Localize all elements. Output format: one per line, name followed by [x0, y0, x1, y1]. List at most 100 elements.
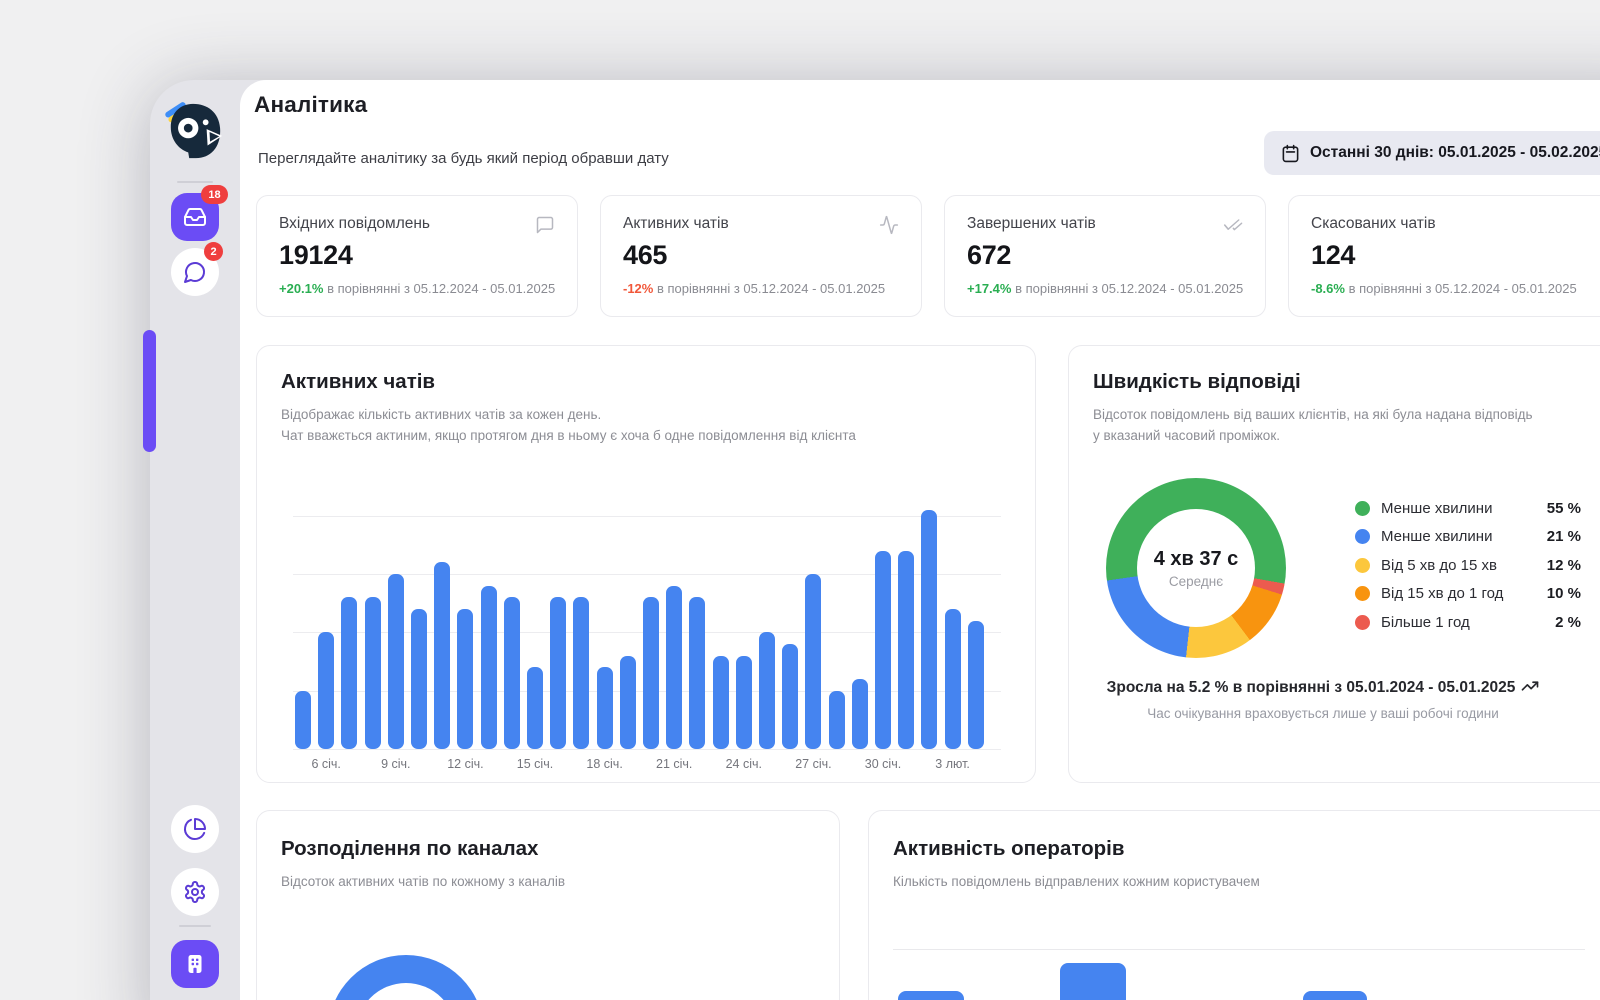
daily-bar [411, 609, 427, 749]
page-background: 18 2 [0, 0, 1600, 1000]
legend-value: 10 % [1547, 585, 1581, 602]
daily-bar [318, 632, 334, 749]
legend-row: Менше хвилини 55 % [1355, 494, 1581, 523]
chart-card-description-line1: Відображає кількість активних чатів за к… [281, 407, 601, 422]
legend-dot-blue [1355, 529, 1370, 544]
channels-card: Розподілення по каналах Відсоток активни… [256, 810, 840, 1000]
legend-value: 2 % [1555, 614, 1581, 631]
sidebar-divider-bottom [179, 925, 211, 927]
daily-bar [550, 597, 566, 749]
response-speed-donut: 4 хв 37 с Середнє [1106, 478, 1286, 658]
stat-title: Активних чатів [623, 215, 729, 233]
legend-value: 21 % [1547, 528, 1581, 545]
daily-bar [829, 691, 845, 749]
gear-icon [183, 880, 207, 904]
stat-delta-percent: +17.4% [967, 281, 1011, 296]
daily-bar [689, 597, 705, 749]
operator-bar [898, 991, 964, 1000]
active-nav-indicator [143, 330, 156, 452]
sidebar-item-chats[interactable]: 2 [171, 248, 219, 296]
sidebar-item-inbox[interactable]: 18 [171, 193, 219, 241]
activity-icon [879, 215, 899, 240]
check-check-icon [1223, 215, 1243, 240]
sidebar-item-company[interactable] [171, 940, 219, 988]
speed-card-title: Швидкість відповіді [1093, 370, 1301, 394]
sidebar-item-analytics[interactable] [171, 805, 219, 853]
channels-card-title: Розподілення по каналах [281, 837, 538, 861]
x-axis-label: 18 січ. [586, 757, 622, 771]
date-range-picker[interactable]: Останні 30 днів: 05.01.2025 - 05.02.2025 [1264, 131, 1600, 175]
daily-bar [736, 656, 752, 749]
legend-label: Більше 1 год [1381, 614, 1555, 631]
sidebar-divider-top [177, 181, 213, 183]
daily-bar [643, 597, 659, 749]
legend-row: Від 15 хв до 1 год 10 % [1355, 580, 1581, 609]
daily-bar [504, 597, 520, 749]
gridline [293, 749, 1001, 750]
app-window: 18 2 [150, 80, 1600, 1000]
daily-bar [759, 632, 775, 749]
x-axis-label: 21 січ. [656, 757, 692, 771]
stat-card-active-chats: Активних чатів 465 -12% в порівнянні з 0… [600, 195, 922, 317]
response-speed-card: Швидкість відповіді Відсоток повідомлень… [1068, 345, 1600, 783]
stat-card-cancelled-chats: Скасованих чатів 124 -8.6% в порівнянні … [1288, 195, 1600, 317]
stat-delta: -8.6% в порівнянні з 05.12.2024 - 05.01.… [1311, 281, 1577, 296]
app-logo[interactable] [164, 100, 226, 162]
x-axis-label: 12 січ. [447, 757, 483, 771]
stat-delta-comparison: в порівнянні з 05.12.2024 - 05.01.2025 [323, 281, 555, 296]
legend-label: Менше хвилини [1381, 500, 1547, 517]
daily-bar [666, 586, 682, 749]
stat-delta-percent: -12% [623, 281, 653, 296]
x-axis-label: 24 січ. [726, 757, 762, 771]
inbox-badge: 18 [201, 185, 228, 204]
daily-bar [388, 574, 404, 749]
message-square-icon [535, 215, 555, 240]
chat-bubble-icon [183, 260, 207, 284]
chats-badge: 2 [204, 242, 223, 261]
daily-bar [805, 574, 821, 749]
donut-center-label: Середнє [1169, 574, 1223, 589]
date-range-label: Останні 30 днів: 05.01.2025 - 05.02.2025 [1310, 144, 1600, 162]
daily-bar [597, 667, 613, 749]
legend-dot-green [1355, 501, 1370, 516]
daily-bar [341, 597, 357, 749]
stat-delta: +17.4% в порівнянні з 05.12.2024 - 05.01… [967, 281, 1243, 296]
daily-bar [898, 551, 914, 749]
stat-delta: +20.1% в порівнянні з 05.12.2024 - 05.01… [279, 281, 555, 296]
stat-delta: -12% в порівнянні з 05.12.2024 - 05.01.2… [623, 281, 885, 296]
speed-note: Зросла на 5.2 % в порівнянні з 05.01.202… [1093, 677, 1553, 721]
stat-value: 672 [967, 240, 1011, 271]
active-chats-chart-card: Активних чатів Відображає кількість акти… [256, 345, 1036, 783]
x-axis-label: 30 січ. [865, 757, 901, 771]
penguin-logo-icon [164, 100, 226, 162]
sidebar: 18 2 [150, 80, 240, 1000]
gridline [293, 516, 1001, 517]
speed-note-label: Зросла на 5.2 % в порівнянні з 05.01.202… [1107, 679, 1516, 696]
x-axis-label: 27 січ. [795, 757, 831, 771]
stat-title: Завершених чатів [967, 215, 1096, 233]
stat-value: 465 [623, 240, 667, 271]
legend-label: Менше хвилини [1381, 528, 1547, 545]
daily-bar [945, 609, 961, 749]
daily-bar [457, 609, 473, 749]
daily-bar [527, 667, 543, 749]
stat-title: Вхідних повідомлень [279, 215, 430, 233]
donut-legend: Менше хвилини 55 % Менше хвилини 21 % Ві… [1355, 494, 1581, 637]
operators-bars-plot [869, 811, 1600, 1000]
main-content: Аналітика Переглядайте аналітику за будь… [240, 80, 1600, 1000]
legend-label: Від 15 хв до 1 год [1381, 585, 1547, 602]
stat-value: 19124 [279, 240, 353, 271]
daily-bar [295, 691, 311, 749]
stat-delta-comparison: в порівнянні з 05.12.2024 - 05.01.2025 [1345, 281, 1577, 296]
page-subtitle: Переглядайте аналітику за будь який пері… [258, 150, 669, 167]
speed-card-description-line2: у вказаний часовий проміжок. [1093, 428, 1280, 443]
stat-card-completed-chats: Завершених чатів 672 +17.4% в порівнянні… [944, 195, 1266, 317]
donut-hole: 4 хв 37 с Середнє [1137, 509, 1255, 627]
legend-row: Більше 1 год 2 % [1355, 608, 1581, 637]
legend-row: Менше хвилини 21 % [1355, 523, 1581, 552]
legend-value: 12 % [1547, 557, 1581, 574]
chart-card-title: Активних чатів [281, 370, 435, 394]
calendar-icon [1281, 144, 1300, 163]
sidebar-item-settings[interactable] [171, 868, 219, 916]
legend-row: Від 5 хв до 15 хв 12 % [1355, 551, 1581, 580]
